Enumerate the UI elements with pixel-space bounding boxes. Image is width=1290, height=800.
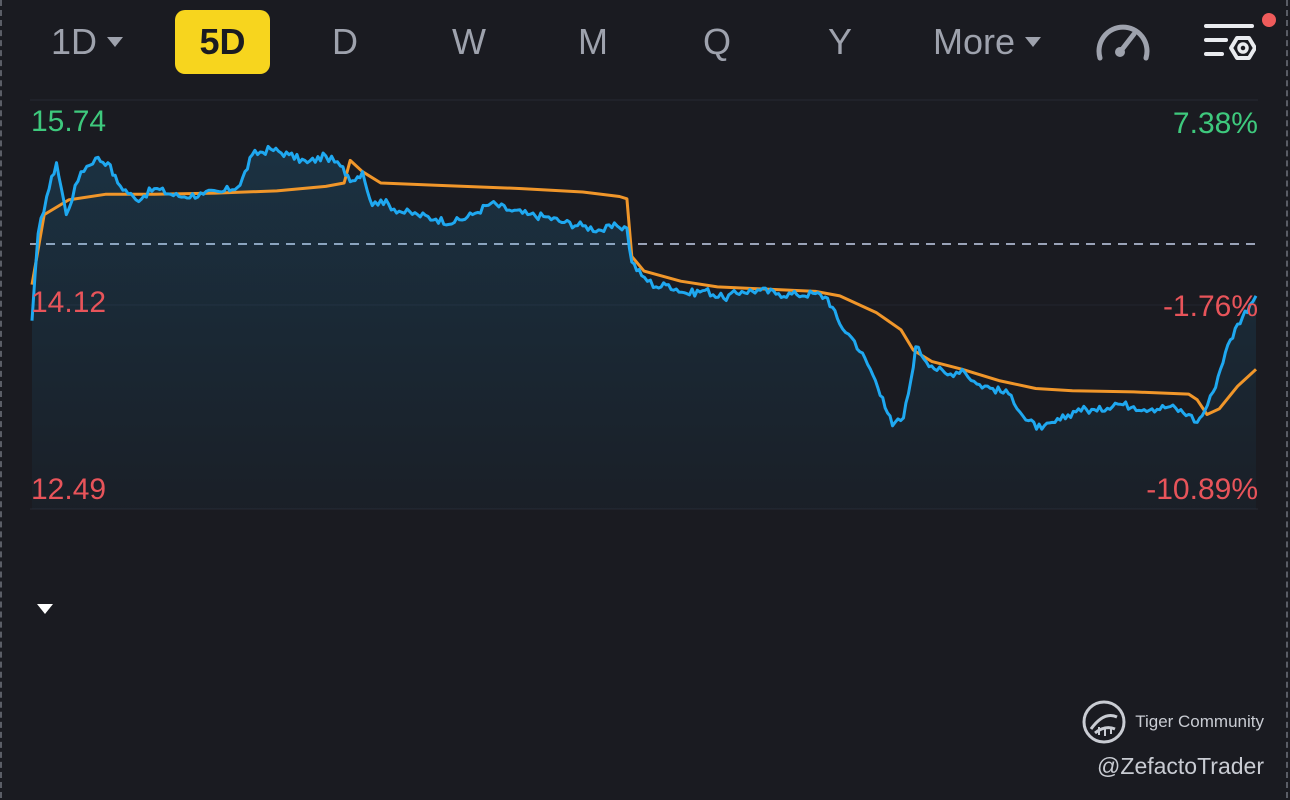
- price-chart[interactable]: 15.74 14.12 12.49 7.38% -1.76% -10.89%: [0, 0, 1290, 800]
- tiger-logo-icon: [1082, 700, 1126, 744]
- price-area-fill: [32, 146, 1256, 509]
- pct-axis-min-label: -10.89%: [1146, 473, 1258, 506]
- y-axis-max-label: 15.74: [31, 105, 107, 138]
- collapse-indicator-toggle[interactable]: [37, 604, 53, 614]
- y-axis-min-label: 12.49: [31, 473, 107, 506]
- y-axis-mid-label: 14.12: [31, 286, 107, 319]
- pct-axis-max-label: 7.38%: [1172, 107, 1258, 140]
- watermark-brand: Tiger Community: [1081, 699, 1264, 745]
- watermark: Tiger Community @ZefactoTrader: [1081, 699, 1264, 780]
- watermark-user: @ZefactoTrader: [1097, 753, 1264, 779]
- pct-axis-mid-label: -1.76%: [1162, 290, 1258, 323]
- watermark-brand-label: Tiger Community: [1135, 712, 1264, 731]
- chart-canvas: [30, 99, 1258, 510]
